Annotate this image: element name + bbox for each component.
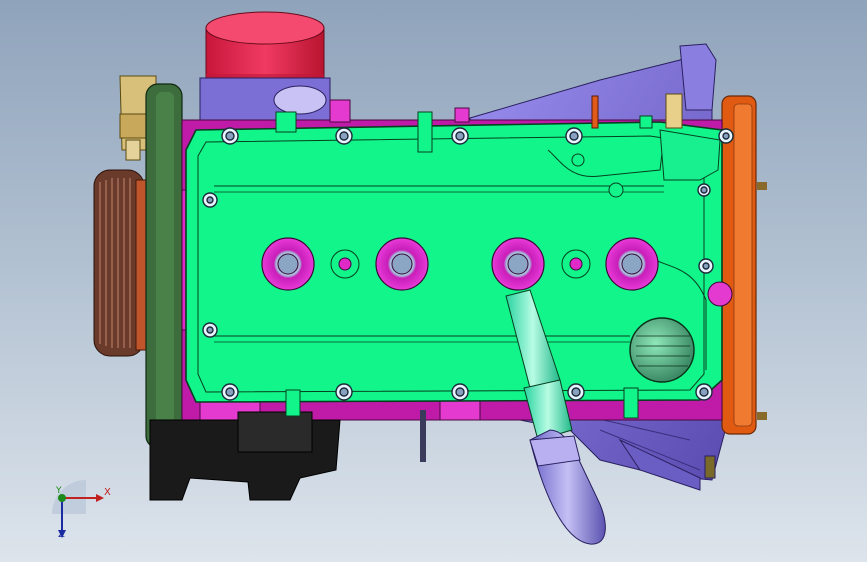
oil-filler-cap[interactable]: [629, 317, 695, 383]
filter-bracket: [199, 77, 331, 121]
engine-mount[interactable]: [149, 410, 426, 501]
y-axis-label: Y: [56, 486, 62, 496]
timing-cover[interactable]: [145, 83, 183, 449]
z-axis-label: Z: [58, 529, 65, 540]
engine-model[interactable]: [0, 0, 867, 562]
flywheel[interactable]: [721, 95, 767, 435]
crank-pulley[interactable]: [93, 169, 153, 357]
cad-viewport[interactable]: X Y Z: [0, 0, 867, 562]
x-axis-label: X: [104, 487, 111, 498]
